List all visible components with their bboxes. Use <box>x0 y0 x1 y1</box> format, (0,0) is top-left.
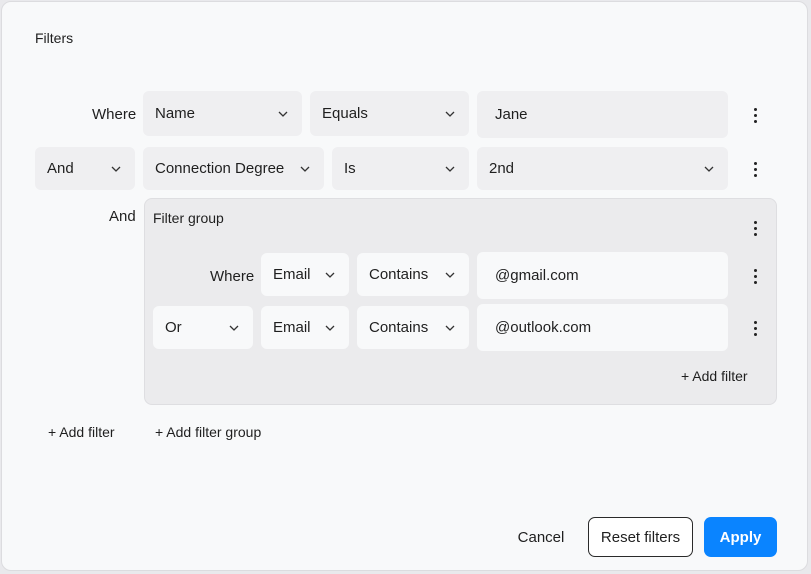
conjunction-select[interactable]: And <box>35 147 135 190</box>
group-add-filter-link[interactable]: + Add filter <box>681 368 748 384</box>
chevron-down-icon <box>445 270 455 280</box>
conjunction-select-value: Or <box>165 319 182 336</box>
conjunction-select[interactable]: Or <box>153 306 253 349</box>
chevron-down-icon <box>445 164 455 174</box>
dialog-title: Filters <box>35 30 74 46</box>
operator-select[interactable]: Is <box>332 147 469 190</box>
chevron-down-icon <box>445 109 455 119</box>
operator-select[interactable]: Contains <box>357 253 469 296</box>
group-conjunction-label: And <box>109 208 136 225</box>
chevron-down-icon <box>325 270 335 280</box>
value-select-value: 2nd <box>489 160 515 177</box>
reset-filters-button[interactable]: Reset filters <box>588 517 693 557</box>
chevron-down-icon <box>229 323 239 333</box>
chevron-down-icon <box>325 323 335 333</box>
chevron-down-icon <box>445 323 455 333</box>
cancel-button[interactable]: Cancel <box>506 517 576 557</box>
value-input-text: @outlook.com <box>495 319 592 336</box>
conjunction-select-value: And <box>47 160 74 177</box>
value-select[interactable]: 2nd <box>477 147 728 190</box>
field-select[interactable]: Email <box>261 306 349 349</box>
add-filter-link[interactable]: + Add filter <box>48 424 115 440</box>
field-select-value: Connection Degree <box>155 160 285 177</box>
apply-button[interactable]: Apply <box>704 517 777 557</box>
row-menu-icon[interactable] <box>749 266 761 286</box>
row-menu-icon[interactable] <box>749 318 761 338</box>
chevron-down-icon <box>300 164 310 174</box>
filter-group-title: Filter group <box>153 210 224 226</box>
value-input-text: @gmail.com <box>495 267 579 284</box>
filter-group: Filter group Where Email Contains @gmail… <box>144 198 777 405</box>
value-input-text: Jane <box>495 106 528 123</box>
field-select[interactable]: Connection Degree <box>143 147 324 190</box>
row-menu-icon[interactable] <box>749 159 761 179</box>
field-select[interactable]: Name <box>143 91 302 136</box>
group-menu-icon[interactable] <box>749 218 761 238</box>
operator-select[interactable]: Contains <box>357 306 469 349</box>
value-input[interactable]: Jane <box>477 91 728 138</box>
operator-select-value: Is <box>344 160 356 177</box>
chevron-down-icon <box>278 109 288 119</box>
add-filter-group-link[interactable]: + Add filter group <box>155 424 261 440</box>
chevron-down-icon <box>111 164 121 174</box>
field-select-value: Name <box>155 105 196 122</box>
field-select[interactable]: Email <box>261 253 349 296</box>
field-select-value: Email <box>273 319 311 336</box>
value-input[interactable]: @outlook.com <box>477 304 728 351</box>
filters-dialog: Filters Where Name Equals Jane And Conne… <box>1 1 808 571</box>
operator-select[interactable]: Equals <box>310 91 469 136</box>
operator-select-value: Contains <box>369 266 429 283</box>
row-conjunction-label: Where <box>92 106 137 123</box>
row-conjunction-label: Where <box>210 268 255 285</box>
value-input[interactable]: @gmail.com <box>477 252 728 299</box>
operator-select-value: Contains <box>369 319 429 336</box>
row-menu-icon[interactable] <box>749 105 761 125</box>
chevron-down-icon <box>704 164 714 174</box>
operator-select-value: Equals <box>322 105 368 122</box>
field-select-value: Email <box>273 266 311 283</box>
